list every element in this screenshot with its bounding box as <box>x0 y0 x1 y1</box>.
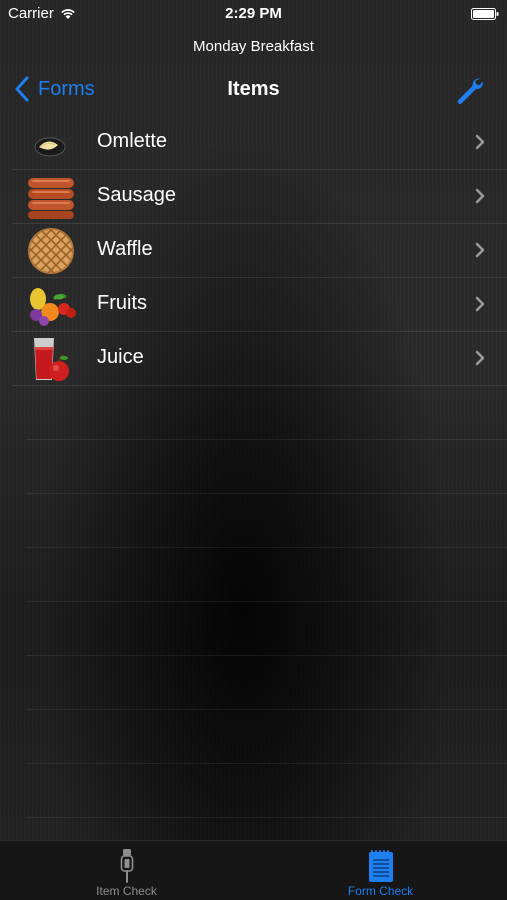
list-item-label: Juice <box>97 346 144 368</box>
empty-row <box>26 764 507 818</box>
list-item-label: Fruits <box>97 292 147 314</box>
list-item-label: Omlette <box>97 130 168 152</box>
list-item-juice[interactable]: Juice <box>12 332 507 386</box>
chevron-right-icon <box>475 188 485 204</box>
battery-icon <box>471 8 499 20</box>
list-item-label: Waffle <box>97 238 153 260</box>
list-item-omlette[interactable]: Omlette <box>12 116 507 170</box>
chevron-right-icon <box>475 134 485 150</box>
nav-subtitle: Monday Breakfast <box>193 38 314 55</box>
chevron-right-icon <box>475 242 485 258</box>
status-bar: Carrier 2:29 PM <box>0 0 507 28</box>
waffle-icon <box>28 228 74 274</box>
chevron-right-icon <box>475 296 485 312</box>
empty-row <box>26 602 507 656</box>
list-item-label: Sausage <box>97 184 176 206</box>
empty-row <box>26 548 507 602</box>
tab-item-check[interactable]: Item Check <box>0 841 253 900</box>
list-item-waffle[interactable]: Waffle <box>12 224 507 278</box>
items-list: Omlette Sausage Waffle Fruits Juice <box>0 116 507 818</box>
empty-row <box>26 386 507 440</box>
juice-icon <box>34 338 69 381</box>
empty-row <box>26 494 507 548</box>
empty-row <box>26 656 507 710</box>
chevron-right-icon <box>475 350 485 366</box>
tab-label: Item Check <box>96 884 157 898</box>
fruits-icon <box>30 288 76 326</box>
app-screen: Carrier 2:29 PM Monday Breakfast Forms I… <box>0 0 507 900</box>
tab-bar: Item Check Form Check <box>0 840 507 900</box>
notepad-icon <box>368 850 393 882</box>
wrench-icon[interactable] <box>453 74 485 106</box>
empty-row <box>26 440 507 494</box>
navigation-bar: Forms Items <box>0 68 507 112</box>
list-item-sausage[interactable]: Sausage <box>12 170 507 224</box>
tab-label: Form Check <box>347 884 414 898</box>
status-time: 2:29 PM <box>225 5 282 22</box>
list-item-fruits[interactable]: Fruits <box>12 278 507 332</box>
thermometer-probe-icon <box>120 849 133 883</box>
sausage-icon <box>28 178 74 219</box>
tab-form-check[interactable]: Form Check <box>254 841 507 900</box>
empty-row <box>26 710 507 764</box>
page-title: Items <box>227 78 280 100</box>
omelette-pan-icon <box>34 134 78 157</box>
